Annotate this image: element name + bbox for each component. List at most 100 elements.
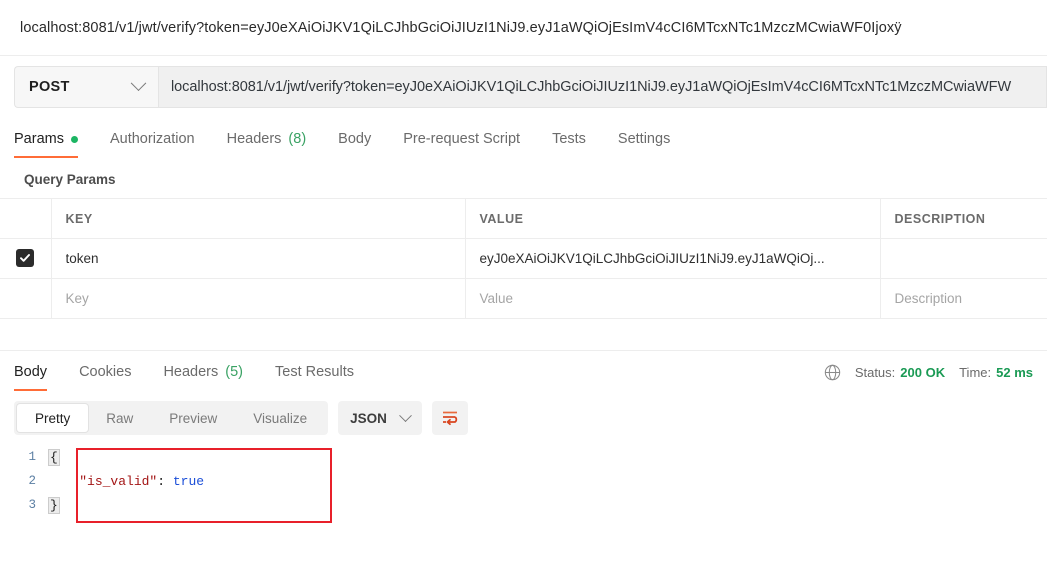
params-modified-dot-icon [70, 135, 78, 143]
response-header: Body Cookies Headers (5) Test Results St… [0, 351, 1047, 391]
request-url-row: POST localhost:8081/v1/jwt/verify?token=… [0, 56, 1047, 118]
json-close-brace[interactable]: } [48, 496, 60, 514]
response-body-viewer[interactable]: 1 { 2 "is_valid": true 3 } [0, 445, 1047, 523]
response-tab-body[interactable]: Body [14, 364, 63, 391]
tab-tests[interactable]: Tests [536, 131, 602, 158]
response-tab-body-label: Body [14, 364, 48, 380]
new-param-value-placeholder: Value [479, 291, 514, 306]
chevron-down-icon [130, 74, 147, 91]
line-number: 2 [28, 474, 36, 488]
response-tab-cookies[interactable]: Cookies [63, 364, 147, 391]
response-language-select[interactable]: JSON [338, 401, 422, 435]
globe-icon[interactable] [824, 364, 841, 381]
time-badge[interactable]: Time: 52 ms [959, 365, 1033, 380]
response-tab-test-results-label: Test Results [275, 364, 354, 380]
code-rows: 1 { 2 "is_valid": true 3 } [14, 445, 1047, 523]
word-wrap-button[interactable] [431, 401, 468, 435]
format-tab-visualize[interactable]: Visualize [235, 404, 325, 432]
tab-tests-label: Tests [552, 131, 586, 147]
pane-divider[interactable] [0, 319, 1047, 351]
header-description: DESCRIPTION [880, 198, 1047, 239]
line-number: 1 [28, 450, 36, 464]
new-param-description-placeholder: Description [894, 291, 963, 306]
tab-body-label: Body [338, 131, 372, 147]
tab-settings-label: Settings [617, 131, 671, 147]
code-line: 1 { [14, 445, 1047, 469]
check-icon [20, 254, 31, 263]
code-line: 2 "is_valid": true [14, 469, 1047, 493]
tab-pre-request-script[interactable]: Pre-request Script [387, 131, 536, 158]
format-tab-raw[interactable]: Raw [88, 404, 151, 432]
tab-headers-label: Headers [226, 131, 282, 147]
active-tab-underline [14, 156, 78, 158]
response-tabs: Body Cookies Headers (5) Test Results [14, 364, 370, 391]
response-format-tabs: Pretty Raw Preview Visualize [14, 401, 329, 435]
header-value: VALUE [465, 198, 881, 239]
response-tab-test-results[interactable]: Test Results [259, 364, 370, 391]
status-badge[interactable]: Status: 200 OK [855, 365, 945, 380]
json-colon: : [157, 473, 173, 489]
top-url-text: localhost:8081/v1/jwt/verify?token=eyJ0e… [20, 19, 902, 36]
response-format-toolbar: Pretty Raw Preview Visualize JSON [0, 391, 1047, 445]
table-header-row: KEY VALUE DESCRIPTION [0, 198, 1047, 239]
new-param-value-cell[interactable]: Value [465, 278, 881, 319]
query-params-title: Query Params [24, 172, 116, 187]
http-method-label: POST [29, 79, 70, 95]
line-number: 3 [28, 498, 36, 512]
word-wrap-icon [442, 411, 457, 426]
table-row: Key Value Description [0, 278, 1047, 319]
time-label: Time: [959, 365, 992, 380]
json-value-is-valid: true [172, 473, 205, 489]
response-tab-cookies-label: Cookies [79, 364, 132, 380]
new-param-key-cell[interactable]: Key [51, 278, 466, 319]
tab-params[interactable]: Params [14, 131, 94, 158]
tab-authorization[interactable]: Authorization [94, 131, 211, 158]
tab-body[interactable]: Body [322, 131, 387, 158]
tab-params-label: Params [14, 131, 64, 147]
url-input-value: localhost:8081/v1/jwt/verify?token=eyJ0e… [171, 79, 1012, 95]
row-checkbox-cell [0, 238, 52, 279]
query-params-table: KEY VALUE DESCRIPTION token eyJ0eXAiOiJK… [0, 198, 1047, 319]
new-param-key-placeholder: Key [65, 291, 89, 306]
param-description-cell[interactable] [880, 238, 1047, 279]
response-language-label: JSON [350, 410, 387, 426]
new-param-description-cell[interactable]: Description [880, 278, 1047, 319]
status-label: Status: [854, 365, 896, 380]
http-method-select[interactable]: POST [14, 66, 158, 108]
table-row: token eyJ0eXAiOiJKV1QiLCJhbGciOiJIUzI1Ni… [0, 238, 1047, 279]
json-key-is-valid: "is_valid" [79, 473, 158, 489]
tab-pre-request-script-label: Pre-request Script [403, 131, 521, 147]
top-url-bar: localhost:8081/v1/jwt/verify?token=eyJ0e… [0, 0, 1047, 56]
param-value-cell[interactable]: eyJ0eXAiOiJKV1QiLCJhbGciOiJIUzI1NiJ9.eyJ… [465, 238, 881, 279]
tab-headers[interactable]: Headers (8) [211, 131, 323, 158]
url-input[interactable]: localhost:8081/v1/jwt/verify?token=eyJ0e… [158, 66, 1047, 108]
format-tab-pretty[interactable]: Pretty [17, 404, 89, 432]
response-tab-headers-count: (5) [225, 364, 243, 380]
code-line-content: } [48, 496, 60, 514]
postman-request-response-view: localhost:8081/v1/jwt/verify?token=eyJ0e… [0, 0, 1047, 585]
code-line-content: "is_valid": true [48, 474, 204, 489]
response-active-tab-underline [14, 389, 48, 391]
param-key-value: token [65, 251, 99, 266]
tab-authorization-label: Authorization [109, 131, 195, 147]
json-open-brace[interactable]: { [48, 448, 60, 466]
chevron-down-icon [398, 408, 412, 422]
status-value: 200 OK [900, 365, 946, 380]
tab-headers-count: (8) [288, 131, 307, 147]
param-key-cell[interactable]: token [51, 238, 466, 279]
header-select-all [0, 198, 52, 239]
header-key: KEY [51, 198, 466, 239]
tab-settings[interactable]: Settings [602, 131, 686, 158]
time-value: 52 ms [996, 365, 1033, 380]
param-enabled-checkbox[interactable] [16, 249, 35, 268]
code-line-content: { [48, 448, 60, 466]
response-meta: Status: 200 OK Time: 52 ms [824, 364, 1033, 391]
request-tabs: Params Authorization Headers (8) Body Pr… [0, 118, 1047, 158]
new-row-checkbox-cell [0, 278, 52, 319]
response-tab-headers-label: Headers [163, 364, 219, 380]
response-tab-headers[interactable]: Headers (5) [147, 364, 259, 391]
format-tab-preview[interactable]: Preview [151, 404, 235, 432]
code-line: 3 } [14, 493, 1047, 517]
param-value-value: eyJ0eXAiOiJKV1QiLCJhbGciOiJIUzI1NiJ9.eyJ… [479, 251, 825, 266]
